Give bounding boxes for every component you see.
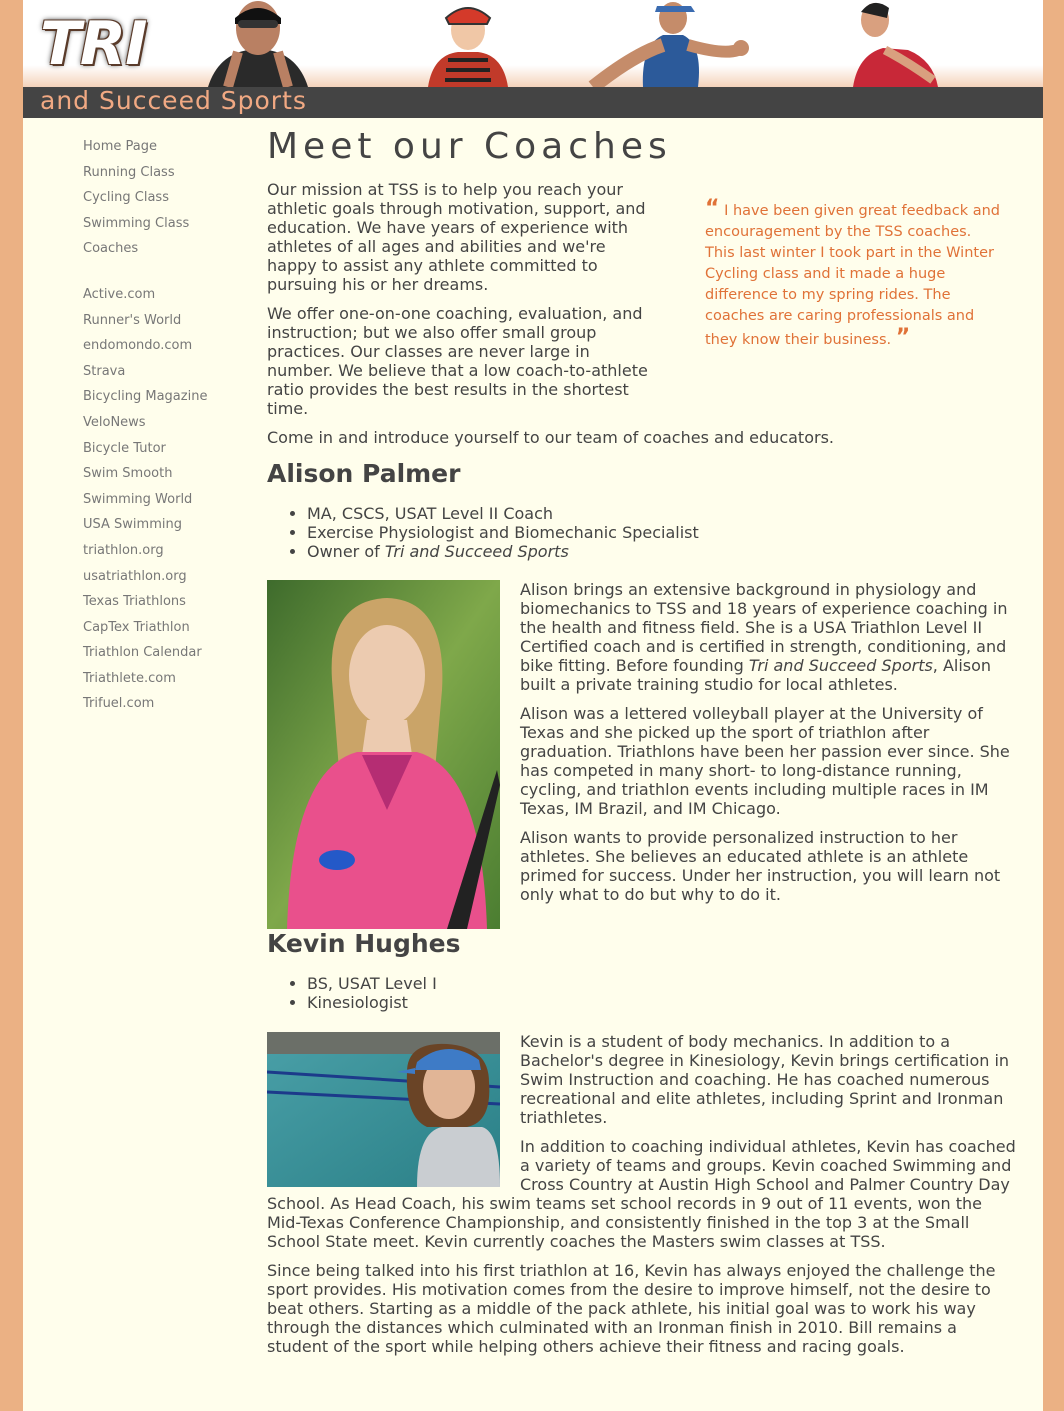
main-content: Meet our Coaches “ I have been given gre… [267,124,1017,1366]
nav-link-swimming[interactable]: Swimming Class [83,215,233,241]
coach-name: Alison Palmer [267,459,461,488]
testimonial-text: I have been given great feedback and enc… [705,203,1000,348]
credential-item: Kinesiologist [307,993,1017,1012]
nav-divider [83,266,233,286]
external-link[interactable]: Bicycling Magazine [83,388,233,414]
nav-link-cycling[interactable]: Cycling Class [83,189,233,215]
swimmer-image [208,1,308,87]
site-header: TRI and Succeed Sports [23,0,1043,118]
tagline-bar: and Succeed Sports [23,87,1043,118]
site-logo[interactable]: TRI [40,14,147,74]
close-quote-icon: ” [895,325,911,350]
nav-link-coaches[interactable]: Coaches [83,240,233,266]
coach-credentials: BS, USAT Level I Kinesiologist [267,974,1017,1012]
testimonial-quote: “ I have been given great feedback and e… [705,198,1005,351]
external-link[interactable]: Bicycle Tutor [83,440,233,466]
nav-link-home[interactable]: Home Page [83,138,233,164]
coach-name: Kevin Hughes [267,929,461,958]
external-link[interactable]: Texas Triathlons [83,593,233,619]
cyclist-image [428,7,508,87]
external-link[interactable]: Triathlete.com [83,670,233,696]
external-link[interactable]: USA Swimming [83,516,233,542]
external-link[interactable]: Active.com [83,286,233,312]
header-banner: TRI [23,0,1043,87]
credential-item: MA, CSCS, USAT Level II Coach [307,504,1017,523]
intro-section: Our mission at TSS is to help you reach … [267,180,657,418]
external-link[interactable]: Swimming World [83,491,233,517]
credential-item: Owner of Tri and Succeed Sports [307,542,1017,561]
credential-text: Owner of [307,542,385,561]
runner-image [588,2,749,87]
coach-bio: Kevin is a student of body mechanics. In… [267,1032,1017,1356]
external-link[interactable]: usatriathlon.org [83,568,233,594]
external-link[interactable]: Trifuel.com [83,695,233,721]
external-link[interactable]: endomondo.com [83,337,233,363]
external-link[interactable]: Strava [83,363,233,389]
nav-link-running[interactable]: Running Class [83,164,233,190]
kevin-photo [267,1032,500,1187]
sidebar-nav: Home Page Running Class Cycling Class Sw… [83,138,233,721]
alison-photo [267,580,500,929]
external-link[interactable]: triathlon.org [83,542,233,568]
female-runner-image [853,2,938,87]
external-link[interactable]: Swim Smooth [83,465,233,491]
external-link[interactable]: Runner's World [83,312,233,338]
bio-paragraph: Since being talked into his first triath… [267,1261,996,1356]
credential-item: Exercise Physiologist and Biomechanic Sp… [307,523,1017,542]
coach-bio: Alison brings an extensive background in… [267,580,1017,929]
external-link[interactable]: CapTex Triathlon [83,619,233,645]
page-title: Meet our Coaches [267,126,672,167]
site-tagline: and Succeed Sports [40,86,307,115]
coach-credentials: MA, CSCS, USAT Level II Coach Exercise P… [267,504,1017,561]
external-link[interactable]: Triathlon Calendar [83,644,233,670]
intro-paragraph: Our mission at TSS is to help you reach … [267,180,646,294]
welcome-text: Come in and introduce yourself to our te… [267,428,834,447]
company-name: Tri and Succeed Sports [748,656,933,675]
open-quote-icon: “ [705,196,720,221]
company-name: Tri and Succeed Sports [384,542,569,561]
credential-item: BS, USAT Level I [307,974,1017,993]
external-link[interactable]: VeloNews [83,414,233,440]
page: TRI and Succeed Sports Home Page Running… [23,0,1043,1411]
intro-paragraph: We offer one-on-one coaching, evaluation… [267,304,648,418]
